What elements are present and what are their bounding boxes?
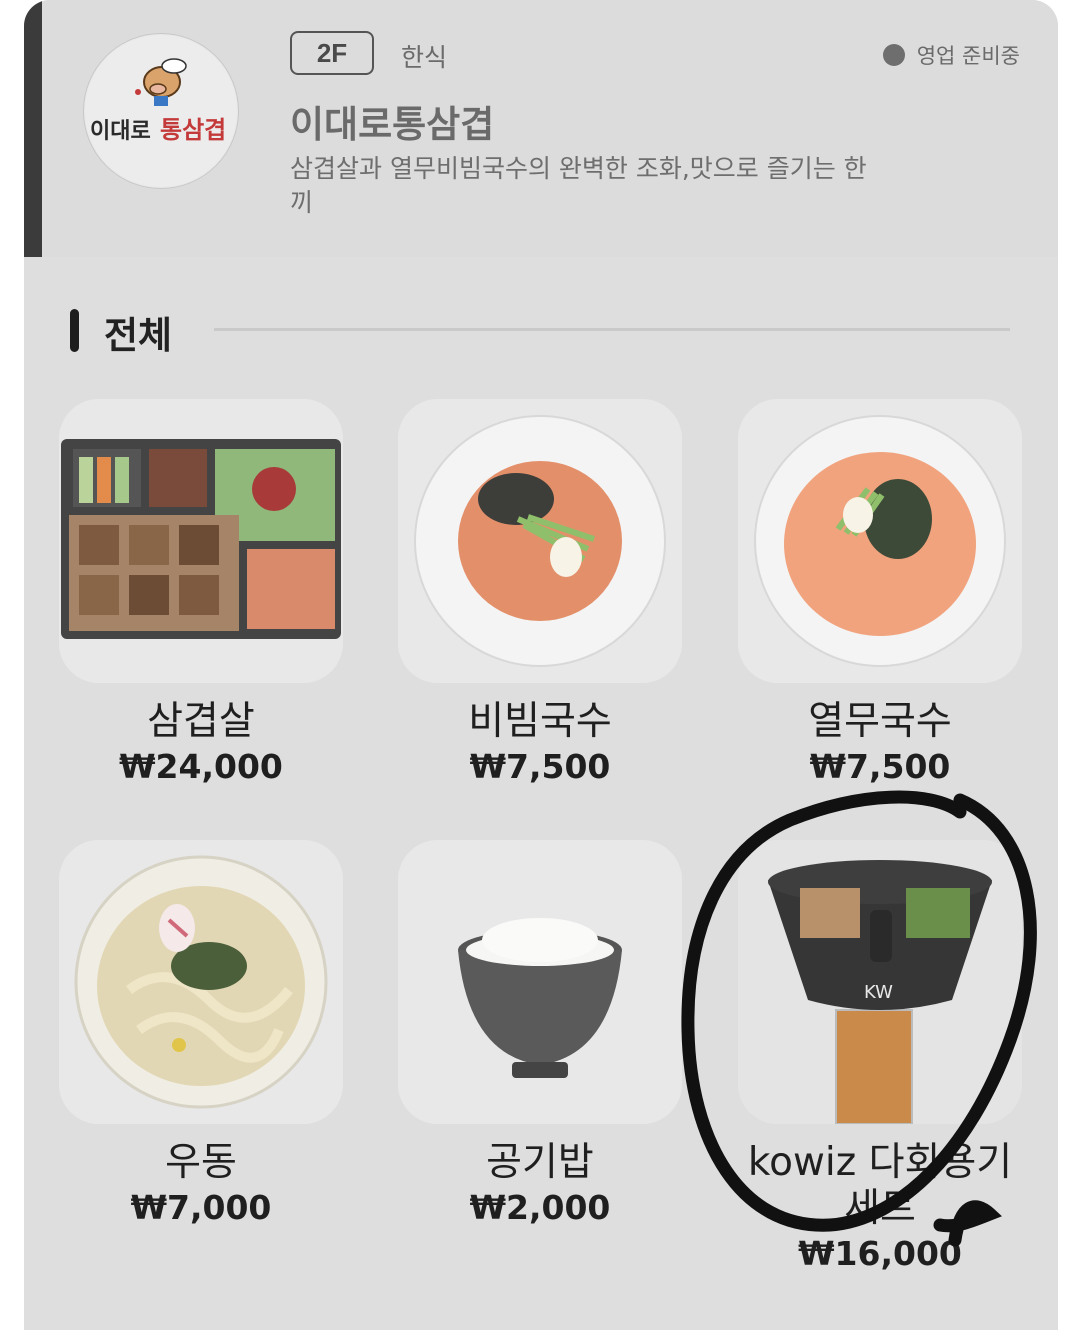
menu-item-image bbox=[738, 399, 1022, 683]
store-category: 한식 bbox=[401, 43, 448, 72]
menu-item-price: ₩16,000 bbox=[798, 1234, 962, 1273]
floor-badge: 2F bbox=[290, 31, 374, 75]
menu-item[interactable]: 삼겹살 ₩24,000 bbox=[59, 399, 343, 786]
section-marker bbox=[70, 309, 79, 352]
section-divider bbox=[214, 328, 1010, 331]
svg-text:통삼겹: 통삼겹 bbox=[160, 116, 226, 144]
header-accent-bar bbox=[24, 0, 42, 257]
menu-item-name: kowiz 다회용기 세트 bbox=[747, 1140, 1013, 1231]
menu-item-name: 비빔국수 bbox=[468, 699, 612, 744]
pig-mascot-logo: 이대로 통삼겹 bbox=[85, 35, 237, 187]
store-header: 이대로 통삼겹 2F 한식 영업 준비중 이대로통삼겹 삼겹살과 열무비빔국수의… bbox=[24, 0, 1058, 257]
store-description: 삼겹살과 열무비빔국수의 완벽한 조화,맛으로 즐기는 한끼 bbox=[290, 154, 867, 217]
menu-item-name: 삼겹살 bbox=[147, 699, 255, 744]
section-title: 전체 bbox=[104, 314, 173, 357]
status-dot-icon bbox=[882, 44, 905, 66]
menu-item[interactable]: KW kowiz 다회용기 세트 ₩16,000 bbox=[738, 840, 1022, 1273]
menu-item[interactable]: 열무국수 ₩7,500 bbox=[738, 399, 1022, 786]
svg-text:KW: KW bbox=[864, 982, 893, 1003]
menu-item-price: ₩7,000 bbox=[130, 1188, 272, 1227]
store-name: 이대로통삼겹 bbox=[290, 103, 495, 146]
menu-item-name: 공기밥 bbox=[486, 1140, 594, 1185]
menu-item[interactable]: 비빔국수 ₩7,500 bbox=[398, 399, 682, 786]
menu-item-image: KW bbox=[738, 840, 1022, 1124]
menu-item[interactable]: 우동 ₩7,000 bbox=[59, 840, 343, 1227]
menu-item[interactable]: 공기밥 ₩2,000 bbox=[398, 840, 682, 1227]
svg-text:이대로: 이대로 bbox=[90, 119, 151, 144]
status-label: 영업 준비중 bbox=[916, 44, 1020, 68]
store-card: 이대로 통삼겹 2F 한식 영업 준비중 이대로통삼겹 삼겹살과 열무비빔국수의… bbox=[24, 0, 1058, 1330]
menu-item-image bbox=[59, 840, 343, 1124]
menu-item-price: ₩24,000 bbox=[119, 747, 283, 786]
menu-item-name: 열무국수 bbox=[808, 699, 952, 744]
menu-item-price: ₩7,500 bbox=[809, 747, 951, 786]
store-logo: 이대로 통삼겹 bbox=[83, 33, 239, 189]
store-status: 영업 준비중 bbox=[882, 40, 1020, 70]
menu-item-image bbox=[59, 399, 343, 683]
menu-item-price: ₩7,500 bbox=[469, 747, 611, 786]
menu-item-price: ₩2,000 bbox=[469, 1188, 611, 1227]
menu-item-name: 우동 bbox=[165, 1140, 237, 1185]
menu-item-image bbox=[398, 840, 682, 1124]
menu-item-image bbox=[398, 399, 682, 683]
